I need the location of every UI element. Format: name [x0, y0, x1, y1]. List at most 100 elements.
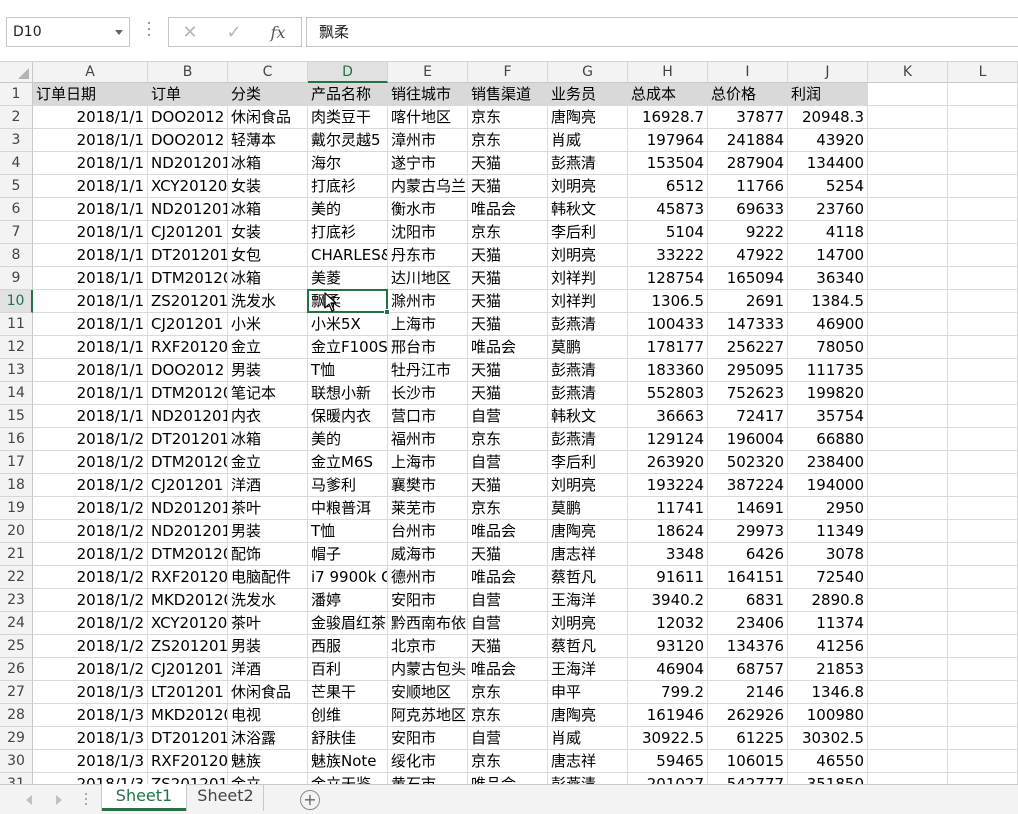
header-cell[interactable]: 总价格 — [708, 83, 788, 106]
cell-b25[interactable]: ZS201201 — [148, 635, 228, 658]
cell-b2[interactable]: DOO2012 — [148, 106, 228, 129]
cell-b13[interactable]: DOO2012 — [148, 359, 228, 382]
cell-g11[interactable]: 彭燕清 — [548, 313, 628, 336]
cell-l11[interactable] — [948, 313, 1018, 336]
cell-i13[interactable]: 295095 — [708, 359, 788, 382]
column-header-a[interactable]: A — [33, 62, 148, 83]
cell-g22[interactable]: 蔡哲凡 — [548, 566, 628, 589]
cell-l17[interactable] — [948, 451, 1018, 474]
cell-a18[interactable]: 2018/1/2 — [33, 474, 148, 497]
cell-i24[interactable]: 23406 — [708, 612, 788, 635]
cell-f20[interactable]: 唯品会 — [468, 520, 548, 543]
cell-l13[interactable] — [948, 359, 1018, 382]
cell-j15[interactable]: 35754 — [788, 405, 868, 428]
drag-handle-icon[interactable] — [147, 22, 151, 44]
cell-i22[interactable]: 164151 — [708, 566, 788, 589]
cell-k31[interactable] — [868, 773, 948, 784]
cell-b12[interactable]: RXF20120 — [148, 336, 228, 359]
cell-h11[interactable]: 100433 — [628, 313, 708, 336]
header-cell[interactable]: 分类 — [228, 83, 308, 106]
row-header-26[interactable]: 26 — [0, 658, 33, 681]
cell-c27[interactable]: 休闲食品 — [228, 681, 308, 704]
cell-h15[interactable]: 36663 — [628, 405, 708, 428]
header-cell[interactable]: 产品名称 — [308, 83, 388, 106]
row-header-10[interactable]: 10 — [0, 290, 33, 313]
cell-a10[interactable]: 2018/1/1 — [33, 290, 148, 313]
cell-i26[interactable]: 68757 — [708, 658, 788, 681]
cell-d20[interactable]: T恤 — [308, 520, 388, 543]
cell-j19[interactable]: 2950 — [788, 497, 868, 520]
cell-i6[interactable]: 69633 — [708, 198, 788, 221]
cell-g6[interactable]: 韩秋文 — [548, 198, 628, 221]
cell-k20[interactable] — [868, 520, 948, 543]
cell-l31[interactable] — [948, 773, 1018, 784]
cell-j6[interactable]: 23760 — [788, 198, 868, 221]
cell-k23[interactable] — [868, 589, 948, 612]
cell-c22[interactable]: 电脑配件 — [228, 566, 308, 589]
cell-h25[interactable]: 93120 — [628, 635, 708, 658]
column-header-e[interactable]: E — [388, 62, 468, 83]
cell-c18[interactable]: 洋酒 — [228, 474, 308, 497]
cell-d8[interactable]: CHARLES& — [308, 244, 388, 267]
header-cell[interactable]: 利润 — [788, 83, 868, 106]
cell-k28[interactable] — [868, 704, 948, 727]
cell-e10[interactable]: 滁州市 — [388, 290, 468, 313]
row-header-9[interactable]: 9 — [0, 267, 33, 290]
cell-a27[interactable]: 2018/1/3 — [33, 681, 148, 704]
cell-i12[interactable]: 256227 — [708, 336, 788, 359]
tab-scroll-right-icon[interactable] — [56, 795, 62, 805]
cell-c6[interactable]: 冰箱 — [228, 198, 308, 221]
cell-c24[interactable]: 茶叶 — [228, 612, 308, 635]
cell-f23[interactable]: 自营 — [468, 589, 548, 612]
cell-k14[interactable] — [868, 382, 948, 405]
cell-j24[interactable]: 11374 — [788, 612, 868, 635]
cell-b27[interactable]: LT201201 — [148, 681, 228, 704]
cell-h18[interactable]: 193224 — [628, 474, 708, 497]
cell-d26[interactable]: 百利 — [308, 658, 388, 681]
row-header-25[interactable]: 25 — [0, 635, 33, 658]
cell-k24[interactable] — [868, 612, 948, 635]
cell-l19[interactable] — [948, 497, 1018, 520]
cell-k21[interactable] — [868, 543, 948, 566]
cell-c9[interactable]: 冰箱 — [228, 267, 308, 290]
cell-a12[interactable]: 2018/1/1 — [33, 336, 148, 359]
cell-g28[interactable]: 唐陶亮 — [548, 704, 628, 727]
cell-b28[interactable]: MKD20120 — [148, 704, 228, 727]
cell-k4[interactable] — [868, 152, 948, 175]
cell-e30[interactable]: 绥化市 — [388, 750, 468, 773]
cell-h22[interactable]: 91611 — [628, 566, 708, 589]
cell-f9[interactable]: 天猫 — [468, 267, 548, 290]
cell-a5[interactable]: 2018/1/1 — [33, 175, 148, 198]
cell-k13[interactable] — [868, 359, 948, 382]
cell-b8[interactable]: DT201201 — [148, 244, 228, 267]
cell-g29[interactable]: 肖威 — [548, 727, 628, 750]
cell-g30[interactable]: 唐志祥 — [548, 750, 628, 773]
row-header-30[interactable]: 30 — [0, 750, 33, 773]
header-cell[interactable]: 订单 — [148, 83, 228, 106]
cell-h29[interactable]: 30922.5 — [628, 727, 708, 750]
cell-e17[interactable]: 上海市 — [388, 451, 468, 474]
cell-i18[interactable]: 387224 — [708, 474, 788, 497]
cell-g12[interactable]: 莫鹏 — [548, 336, 628, 359]
cell-h27[interactable]: 799.2 — [628, 681, 708, 704]
cell-i5[interactable]: 11766 — [708, 175, 788, 198]
cell-c19[interactable]: 茶叶 — [228, 497, 308, 520]
cell-e4[interactable]: 遂宁市 — [388, 152, 468, 175]
cell-i15[interactable]: 72417 — [708, 405, 788, 428]
cell-l18[interactable] — [948, 474, 1018, 497]
row-header-3[interactable]: 3 — [0, 129, 33, 152]
cell-e6[interactable]: 衡水市 — [388, 198, 468, 221]
cell-b5[interactable]: XCY20120 — [148, 175, 228, 198]
cell-l2[interactable] — [948, 106, 1018, 129]
cell-d7[interactable]: 打底衫 — [308, 221, 388, 244]
cell-j3[interactable]: 43920 — [788, 129, 868, 152]
cell-b20[interactable]: ND201201 — [148, 520, 228, 543]
cell-a13[interactable]: 2018/1/1 — [33, 359, 148, 382]
cell-f17[interactable]: 自营 — [468, 451, 548, 474]
cell-d21[interactable]: 帽子 — [308, 543, 388, 566]
cell-f5[interactable]: 天猫 — [468, 175, 548, 198]
cell-b4[interactable]: ND201201 — [148, 152, 228, 175]
cell-g10[interactable]: 刘祥判 — [548, 290, 628, 313]
cell-k19[interactable] — [868, 497, 948, 520]
cell-d2[interactable]: 肉类豆干 — [308, 106, 388, 129]
